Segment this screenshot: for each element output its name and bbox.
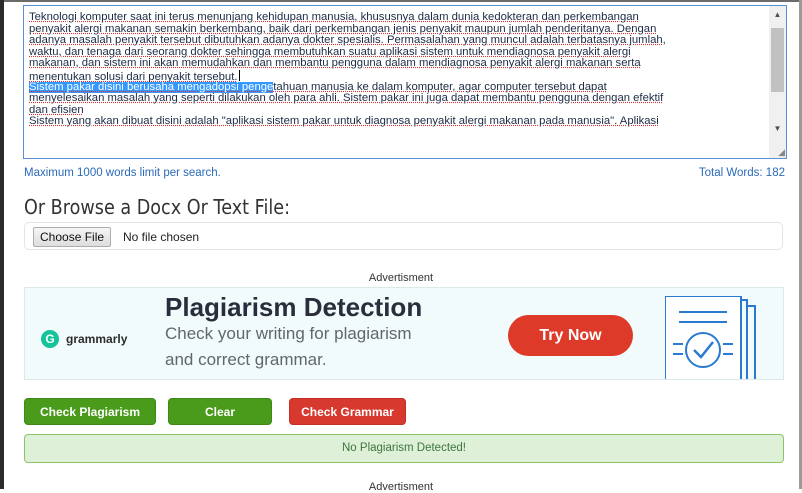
file-status: No file chosen bbox=[123, 230, 200, 244]
scroll-down-arrow-icon[interactable]: ▼ bbox=[769, 120, 786, 137]
selected-text: Sistem pakar disini berusaha mengadopsi … bbox=[29, 81, 274, 93]
file-upload-box: Choose File No file chosen bbox=[24, 222, 783, 250]
scroll-thumb[interactable] bbox=[771, 28, 784, 92]
grammarly-ad-banner[interactable]: G grammarly Plagiarism Detection Check y… bbox=[24, 287, 784, 380]
editor-line: menyelesaikan masalah yang seperti dilak… bbox=[29, 93, 664, 105]
editor-content[interactable]: Teknologi komputer saat ini terus menunj… bbox=[29, 12, 767, 128]
editor-line: makanan, dan sistem ini akan memudahkan … bbox=[29, 58, 641, 70]
document-check-icon bbox=[665, 296, 756, 379]
editor-line: adanya masalah penyakit tersebut dibutuh… bbox=[29, 35, 666, 47]
editor-line-text: tahuan manusia ke dalam komputer, agar c… bbox=[273, 81, 607, 93]
clear-button[interactable]: Clear bbox=[168, 398, 272, 425]
ad-subtitle: and correct grammar. bbox=[165, 350, 327, 369]
browse-file-heading: Or Browse a Docx Or Text File: bbox=[24, 195, 291, 219]
editor-line: dan efisien bbox=[29, 104, 84, 116]
editor-line-text: menentukan solusi dari penyakit tersebut… bbox=[29, 70, 238, 82]
check-plagiarism-button[interactable]: Check Plagiarism bbox=[24, 398, 156, 425]
word-limit-note: Maximum 1000 words limit per search. bbox=[24, 167, 221, 179]
grammarly-logo-icon: G bbox=[41, 330, 59, 348]
text-input-area[interactable]: Teknologi komputer saat ini terus menunj… bbox=[23, 5, 787, 159]
editor-line: Sistem pakar disini berusaha mengadopsi … bbox=[29, 81, 767, 94]
window-left-border bbox=[0, 0, 4, 489]
check-grammar-button[interactable]: Check Grammar bbox=[289, 398, 406, 425]
scroll-up-arrow-icon[interactable]: ▲ bbox=[769, 6, 786, 23]
resize-grip-icon[interactable]: ◢ bbox=[778, 148, 785, 157]
editor-scrollbar[interactable]: ▲ ▼ bbox=[769, 6, 786, 158]
plagiarism-result-message: No Plagiarism Detected! bbox=[24, 434, 784, 463]
editor-line: menentukan solusi dari penyakit tersebut… bbox=[29, 69, 767, 82]
advertisement-label: Advertisment bbox=[368, 272, 434, 284]
editor-line: waktu, dan tenaga dari seorang dokter se… bbox=[29, 46, 631, 58]
window-top-border bbox=[0, 0, 802, 2]
choose-file-button[interactable]: Choose File bbox=[33, 227, 112, 247]
advertisement-label: Advertisment bbox=[368, 481, 434, 493]
ad-subtitle: Check your writing for plagiarism bbox=[165, 324, 412, 343]
try-now-button[interactable]: Try Now bbox=[508, 315, 633, 356]
editor-line: Teknologi komputer saat ini terus menunj… bbox=[29, 12, 639, 23]
text-caret bbox=[238, 69, 240, 81]
editor-line: penyakit alergi makanan semakin berkemba… bbox=[29, 23, 657, 35]
total-words-count: Total Words: 182 bbox=[698, 167, 785, 179]
editor-line: Sistem yang akan dibuat disini adalah "a… bbox=[29, 116, 659, 128]
grammarly-brand-name: grammarly bbox=[66, 332, 128, 346]
ad-title: Plagiarism Detection bbox=[165, 292, 423, 322]
